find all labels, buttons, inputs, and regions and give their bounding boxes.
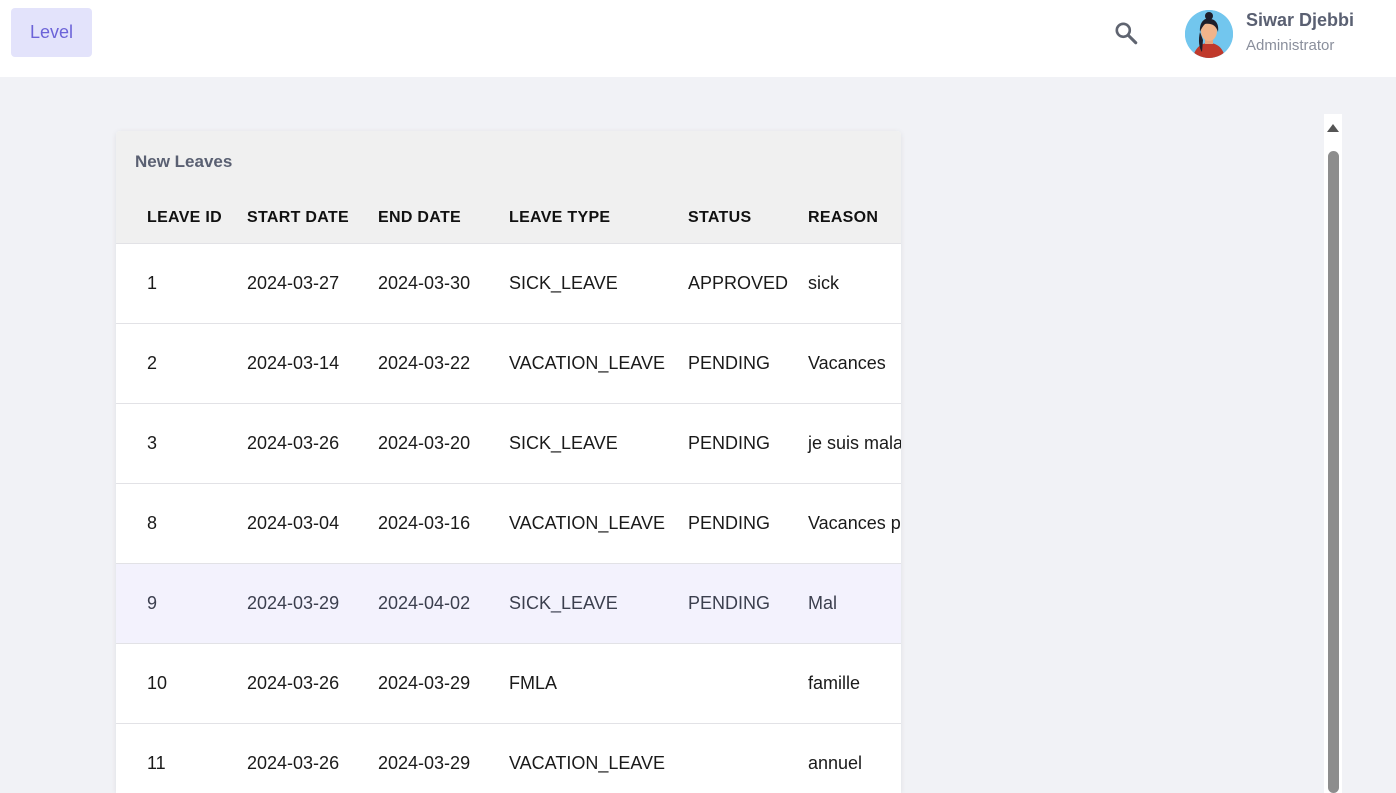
- cell-start-date: 2024-03-27: [247, 273, 340, 293]
- cell-leave-id: 8: [147, 513, 158, 533]
- cell-leave-id: 2: [147, 353, 158, 373]
- cell-end-date: 2024-03-20: [378, 433, 471, 453]
- cell-end-date: 2024-03-29: [378, 673, 471, 693]
- cell-start-date: 2024-03-26: [247, 433, 340, 453]
- cell-reason: annuel: [808, 753, 863, 773]
- table-row[interactable]: 1 2024-03-27 2024-03-30 SICK_LEAVE APPRO…: [116, 243, 901, 323]
- cell-status: PENDING: [688, 513, 771, 533]
- cell-reason: Vacances: [808, 353, 886, 373]
- user-role: Administrator: [1246, 37, 1335, 54]
- column-header-leave-id: LEAVE ID: [147, 209, 223, 226]
- cell-status: PENDING: [688, 353, 771, 373]
- triangle-up-icon: [1327, 124, 1339, 132]
- table-row[interactable]: 2 2024-03-14 2024-03-22 VACATION_LEAVE P…: [116, 323, 901, 403]
- cell-start-date: 2024-03-29: [247, 593, 340, 613]
- new-leaves-card: New Leaves LEAVE ID START DATE END DATE …: [116, 131, 901, 793]
- cell-leave-id: 3: [147, 433, 158, 453]
- cell-end-date: 2024-04-02: [378, 593, 471, 613]
- cell-reason: je suis malade: [808, 433, 901, 453]
- user-name: Siwar Djebbi: [1246, 10, 1355, 30]
- cell-end-date: 2024-03-16: [378, 513, 471, 533]
- cell-start-date: 2024-03-26: [247, 673, 340, 693]
- scrollbar-thumb[interactable]: [1328, 151, 1339, 793]
- level-button[interactable]: Level: [11, 8, 92, 57]
- cell-leave-type: VACATION_LEAVE: [509, 753, 666, 773]
- cell-leave-type: VACATION_LEAVE: [509, 513, 666, 533]
- user-avatar-icon: [1185, 10, 1233, 58]
- cell-start-date: 2024-03-14: [247, 353, 340, 373]
- search-button[interactable]: [1110, 17, 1142, 49]
- cell-leave-type: SICK_LEAVE: [509, 273, 618, 293]
- cell-leave-id: 9: [147, 593, 158, 613]
- cell-reason: Mal: [808, 593, 838, 613]
- cell-reason: famille: [808, 673, 861, 693]
- column-header-end-date: END DATE: [378, 209, 461, 226]
- table-row[interactable]: 3 2024-03-26 2024-03-20 SICK_LEAVE PENDI…: [116, 403, 901, 483]
- table-row[interactable]: 11 2024-03-26 2024-03-29 VACATION_LEAVE …: [116, 723, 901, 793]
- cell-leave-type: SICK_LEAVE: [509, 593, 618, 613]
- cell-status: PENDING: [688, 593, 771, 613]
- column-header-leave-type: LEAVE TYPE: [509, 209, 611, 226]
- cell-leave-type: FMLA: [509, 673, 558, 693]
- level-button-label: Level: [29, 22, 74, 42]
- avatar[interactable]: [1185, 10, 1233, 58]
- cell-start-date: 2024-03-04: [247, 513, 340, 533]
- cell-leave-type: VACATION_LEAVE: [509, 353, 666, 373]
- search-icon: [1115, 22, 1138, 45]
- card-header: New Leaves LEAVE ID START DATE END DATE …: [116, 131, 901, 243]
- cell-status: PENDING: [688, 433, 771, 453]
- cell-start-date: 2024-03-26: [247, 753, 340, 773]
- cell-leave-id: 1: [147, 273, 158, 293]
- cell-reason: sick: [808, 273, 839, 293]
- column-header-reason: REASON: [808, 209, 879, 226]
- column-header-start-date: START DATE: [247, 209, 349, 226]
- cell-reason: Vacances p: [808, 513, 901, 533]
- cell-leave-id: 11: [147, 753, 166, 773]
- column-header-status: STATUS: [688, 209, 752, 226]
- table-row-highlighted[interactable]: 9 2024-03-29 2024-04-02 SICK_LEAVE PENDI…: [116, 563, 901, 643]
- table-row[interactable]: 8 2024-03-04 2024-03-16 VACATION_LEAVE P…: [116, 483, 901, 563]
- cell-end-date: 2024-03-29: [378, 753, 471, 773]
- top-bar: Level Siwar Djebbi Administrator: [0, 0, 1396, 77]
- cell-status: APPROVED: [688, 273, 789, 293]
- cell-leave-id: 10: [147, 673, 168, 693]
- cell-leave-type: SICK_LEAVE: [509, 433, 618, 453]
- card-title: New Leaves: [135, 152, 233, 171]
- cell-end-date: 2024-03-22: [378, 353, 471, 373]
- scroll-up-button[interactable]: [1324, 114, 1342, 142]
- table-row[interactable]: 10 2024-03-26 2024-03-29 FMLA famille: [116, 643, 901, 723]
- cell-end-date: 2024-03-30: [378, 273, 471, 293]
